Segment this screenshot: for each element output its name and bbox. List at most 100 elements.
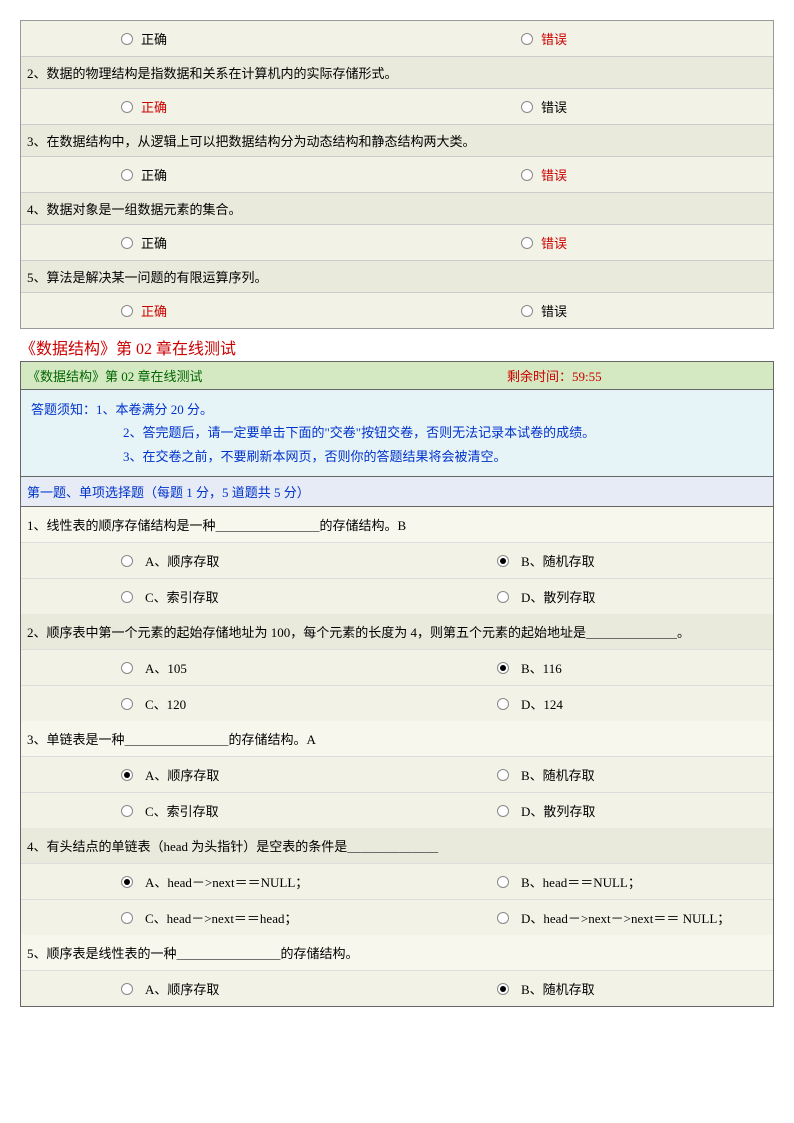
radio-icon bbox=[121, 769, 133, 781]
tf-false-label: 错误 bbox=[541, 29, 567, 48]
option-label: D、散列存取 bbox=[521, 587, 595, 606]
mc-3-b[interactable]: B、随机存取 bbox=[397, 757, 773, 792]
tf-3-true[interactable]: 正确 bbox=[21, 157, 421, 192]
mc-4-c[interactable]: C、head－>next＝＝head； bbox=[21, 900, 397, 935]
option-label: A、105 bbox=[145, 658, 187, 677]
mc-question: 4、有头结点的单链表（head 为头指针）是空表的条件是＿＿＿＿＿＿＿ bbox=[21, 828, 773, 864]
mc-4-b[interactable]: B、head＝＝NULL； bbox=[397, 864, 773, 899]
option-label: B、116 bbox=[521, 658, 562, 677]
tf-false-label: 错误 bbox=[541, 97, 567, 116]
radio-icon bbox=[121, 876, 133, 888]
mc-3-d[interactable]: D、散列存取 bbox=[397, 793, 773, 828]
mc-3-c[interactable]: C、索引存取 bbox=[21, 793, 397, 828]
radio-icon bbox=[521, 237, 533, 249]
quiz-header-title: 《数据结构》第 02 章在线测试 bbox=[27, 366, 507, 385]
radio-icon bbox=[497, 983, 509, 995]
quiz-instructions: 答题须知：1、本卷满分 20 分。 2、答完题后，请一定要单击下面的"交卷"按钮… bbox=[21, 390, 773, 477]
option-label: A、顺序存取 bbox=[145, 551, 219, 570]
mc-2-b[interactable]: B、116 bbox=[397, 650, 773, 685]
mc-3-a[interactable]: A、顺序存取 bbox=[21, 757, 397, 792]
radio-icon bbox=[121, 912, 133, 924]
option-label: C、head－>next＝＝head； bbox=[145, 908, 297, 927]
radio-icon bbox=[121, 698, 133, 710]
mc-q1: 1、线性表的顺序存储结构是一种＿＿＿＿＿＿＿＿的存储结构。B A、顺序存取 B、… bbox=[21, 507, 773, 614]
mc-2-c[interactable]: C、120 bbox=[21, 686, 397, 721]
quiz-table: 《数据结构》第 02 章在线测试 剩余时间：59:55 答题须知：1、本卷满分 … bbox=[20, 361, 774, 1007]
radio-icon bbox=[521, 169, 533, 181]
tf-true-label: 正确 bbox=[141, 233, 167, 252]
option-label: C、索引存取 bbox=[145, 587, 219, 606]
tf-row-3: 3、在数据结构中，从逻辑上可以把数据结构分为动态结构和静态结构两大类。 正确 错… bbox=[21, 124, 773, 192]
mc-5-a[interactable]: A、顺序存取 bbox=[21, 971, 397, 1006]
tf-2-true[interactable]: 正确 bbox=[21, 89, 421, 124]
tf-true-label: 正确 bbox=[141, 165, 167, 184]
mc-4-a[interactable]: A、head－>next＝＝NULL； bbox=[21, 864, 397, 899]
mc-question: 1、线性表的顺序存储结构是一种＿＿＿＿＿＿＿＿的存储结构。B bbox=[21, 507, 773, 543]
option-label: C、索引存取 bbox=[145, 801, 219, 820]
section-header: 第一题、单项选择题（每题 1 分，5 道题共 5 分） bbox=[21, 477, 773, 507]
radio-icon bbox=[121, 101, 133, 113]
mc-1-d[interactable]: D、散列存取 bbox=[397, 579, 773, 614]
radio-icon bbox=[497, 876, 509, 888]
true-false-section: 正确 错误 2、数据的物理结构是指数据和关系在计算机内的实际存储形式。 正确 错… bbox=[20, 20, 774, 329]
radio-icon bbox=[121, 169, 133, 181]
mc-4-d[interactable]: D、head－>next－>next＝＝ NULL； bbox=[397, 900, 773, 935]
option-label: B、head＝＝NULL； bbox=[521, 872, 641, 891]
radio-icon bbox=[121, 662, 133, 674]
instruction-line: 2、答完题后，请一定要单击下面的"交卷"按钮交卷，否则无法记录本试卷的成绩。 bbox=[31, 421, 763, 444]
option-label: B、随机存取 bbox=[521, 979, 595, 998]
mc-q3: 3、单链表是一种＿＿＿＿＿＿＿＿的存储结构。A A、顺序存取 B、随机存取 C、… bbox=[21, 721, 773, 828]
page-title: 《数据结构》第 02 章在线测试 bbox=[20, 329, 774, 361]
mc-question: 5、顺序表是线性表的一种＿＿＿＿＿＿＿＿的存储结构。 bbox=[21, 935, 773, 971]
tf-1-false[interactable]: 错误 bbox=[421, 21, 771, 56]
tf-2-false[interactable]: 错误 bbox=[421, 89, 771, 124]
mc-question: 3、单链表是一种＿＿＿＿＿＿＿＿的存储结构。A bbox=[21, 721, 773, 757]
radio-icon bbox=[497, 591, 509, 603]
radio-icon bbox=[121, 237, 133, 249]
mc-1-b[interactable]: B、随机存取 bbox=[397, 543, 773, 578]
mc-1-a[interactable]: A、顺序存取 bbox=[21, 543, 397, 578]
tf-false-label: 错误 bbox=[541, 165, 567, 184]
tf-row-1: 正确 错误 bbox=[21, 21, 773, 56]
option-label: B、随机存取 bbox=[521, 765, 595, 784]
mc-question: 2、顺序表中第一个元素的起始存储地址为 100，每个元素的长度为 4，则第五个元… bbox=[21, 614, 773, 650]
tf-1-true[interactable]: 正确 bbox=[21, 21, 421, 56]
radio-icon bbox=[521, 33, 533, 45]
radio-icon bbox=[497, 769, 509, 781]
radio-icon bbox=[121, 33, 133, 45]
tf-true-label: 正确 bbox=[141, 29, 167, 48]
mc-5-b[interactable]: B、随机存取 bbox=[397, 971, 773, 1006]
option-label: C、120 bbox=[145, 694, 186, 713]
tf-5-true[interactable]: 正确 bbox=[21, 293, 421, 328]
tf-question: 5、算法是解决某一问题的有限运算序列。 bbox=[21, 260, 773, 293]
quiz-header: 《数据结构》第 02 章在线测试 剩余时间：59:55 bbox=[21, 362, 773, 390]
tf-row-2: 2、数据的物理结构是指数据和关系在计算机内的实际存储形式。 正确 错误 bbox=[21, 56, 773, 124]
radio-icon bbox=[121, 591, 133, 603]
mc-q2: 2、顺序表中第一个元素的起始存储地址为 100，每个元素的长度为 4，则第五个元… bbox=[21, 614, 773, 721]
mc-q4: 4、有头结点的单链表（head 为头指针）是空表的条件是＿＿＿＿＿＿＿ A、he… bbox=[21, 828, 773, 935]
tf-false-label: 错误 bbox=[541, 301, 567, 320]
tf-true-label: 正确 bbox=[141, 301, 167, 320]
option-label: D、head－>next－>next＝＝ NULL； bbox=[521, 908, 730, 927]
tf-3-false[interactable]: 错误 bbox=[421, 157, 771, 192]
tf-5-false[interactable]: 错误 bbox=[421, 293, 771, 328]
radio-icon bbox=[121, 805, 133, 817]
tf-question: 2、数据的物理结构是指数据和关系在计算机内的实际存储形式。 bbox=[21, 56, 773, 89]
mc-2-d[interactable]: D、124 bbox=[397, 686, 773, 721]
radio-icon bbox=[521, 101, 533, 113]
tf-question: 3、在数据结构中，从逻辑上可以把数据结构分为动态结构和静态结构两大类。 bbox=[21, 124, 773, 157]
option-label: D、124 bbox=[521, 694, 563, 713]
tf-row-5: 5、算法是解决某一问题的有限运算序列。 正确 错误 bbox=[21, 260, 773, 328]
tf-question: 4、数据对象是一组数据元素的集合。 bbox=[21, 192, 773, 225]
mc-2-a[interactable]: A、105 bbox=[21, 650, 397, 685]
radio-icon bbox=[121, 305, 133, 317]
tf-4-false[interactable]: 错误 bbox=[421, 225, 771, 260]
option-label: A、顺序存取 bbox=[145, 765, 219, 784]
radio-icon bbox=[521, 305, 533, 317]
option-label: A、head－>next＝＝NULL； bbox=[145, 872, 308, 891]
tf-4-true[interactable]: 正确 bbox=[21, 225, 421, 260]
option-label: D、散列存取 bbox=[521, 801, 595, 820]
mc-1-c[interactable]: C、索引存取 bbox=[21, 579, 397, 614]
tf-false-label: 错误 bbox=[541, 233, 567, 252]
option-label: A、顺序存取 bbox=[145, 979, 219, 998]
